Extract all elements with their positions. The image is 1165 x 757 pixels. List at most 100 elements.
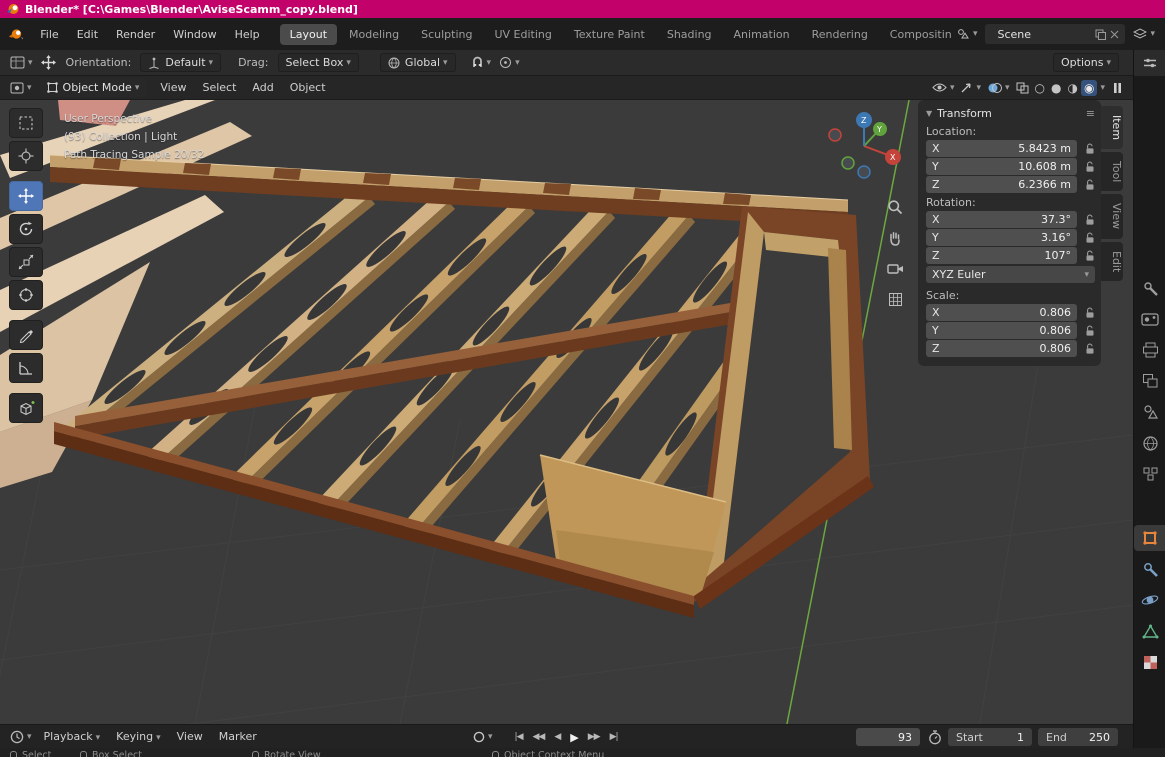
- tool-add-cube[interactable]: [9, 393, 43, 423]
- location-x-field[interactable]: X 5.8423 m: [926, 140, 1077, 157]
- workspace-tab-shading[interactable]: Shading: [657, 24, 722, 45]
- properties-tab-render[interactable]: [1134, 306, 1165, 332]
- properties-tab-texture[interactable]: [1134, 649, 1165, 675]
- gizmos-dropdown[interactable]: ▾: [960, 81, 981, 94]
- navigation-gizmo[interactable]: X Y Z: [828, 112, 901, 179]
- ortho-toggle-button[interactable]: [884, 288, 906, 310]
- shading-dropdown[interactable]: ▾: [1100, 83, 1105, 93]
- prev-keyframe-button[interactable]: ◀◀: [528, 730, 550, 744]
- lock-icon[interactable]: [1077, 307, 1095, 319]
- timeline-menu-view[interactable]: View: [169, 727, 211, 746]
- workspace-tab-rendering[interactable]: Rendering: [802, 24, 878, 45]
- lock-icon[interactable]: [1077, 161, 1095, 173]
- tool-transform[interactable]: [9, 280, 43, 310]
- lock-icon[interactable]: [1077, 250, 1095, 262]
- camera-view-button[interactable]: [884, 258, 906, 280]
- workspace-tab-sculpting[interactable]: Sculpting: [411, 24, 482, 45]
- menu-edit[interactable]: Edit: [68, 25, 107, 44]
- timeline-editor-type-dropdown[interactable]: ▾: [6, 730, 36, 744]
- properties-tab-modifiers[interactable]: [1134, 556, 1165, 582]
- properties-tab-collection[interactable]: [1134, 461, 1165, 487]
- proportional-editing-toggle[interactable]: ▾: [495, 56, 524, 69]
- panel-menu-icon[interactable]: ≡: [1086, 107, 1095, 120]
- workspace-tab-uv-editing[interactable]: UV Editing: [484, 24, 561, 45]
- menu-render[interactable]: Render: [107, 25, 164, 44]
- xray-toggle[interactable]: [1016, 82, 1029, 94]
- tool-select-box[interactable]: [9, 108, 43, 138]
- frame-start-field[interactable]: Start 1: [948, 728, 1032, 746]
- scene-name-field[interactable]: Scene: [985, 24, 1126, 44]
- next-keyframe-button[interactable]: ▶▶: [583, 730, 605, 744]
- rotation-x-field[interactable]: X 37.3°: [926, 211, 1077, 228]
- region-toggle-icon[interactable]: [1113, 82, 1122, 94]
- properties-tab-object[interactable]: [1134, 525, 1165, 551]
- tool-annotate[interactable]: [9, 320, 43, 350]
- shading-solid-button[interactable]: ●: [1048, 80, 1064, 96]
- scale-x-field[interactable]: X 0.806: [926, 304, 1077, 321]
- properties-tab-tool[interactable]: [1134, 275, 1165, 301]
- lock-icon[interactable]: [1077, 143, 1095, 155]
- sidebar-tab-item[interactable]: Item: [1101, 106, 1123, 150]
- shading-rendered-button[interactable]: ◉: [1080, 79, 1098, 96]
- properties-tab-physics[interactable]: [1134, 587, 1165, 613]
- editor-type-dropdown[interactable]: ▾: [6, 56, 37, 69]
- properties-editor-type-dropdown[interactable]: [1134, 50, 1165, 76]
- sidebar-tab-edit[interactable]: Edit: [1101, 241, 1123, 281]
- timeline-menu-keying[interactable]: Keying ▾: [108, 727, 168, 746]
- menu-file[interactable]: File: [31, 25, 67, 44]
- zoom-button[interactable]: [884, 196, 906, 218]
- location-z-field[interactable]: Z 6.2366 m: [926, 176, 1077, 193]
- sidebar-tab-tool[interactable]: Tool: [1101, 152, 1123, 192]
- workspace-tab-animation[interactable]: Animation: [724, 24, 800, 45]
- properties-tab-view-layer[interactable]: [1134, 368, 1165, 394]
- view-layer-button[interactable]: ▾: [1129, 28, 1159, 40]
- mode-dropdown[interactable]: Object Mode ▾: [39, 78, 147, 97]
- shading-wireframe-button[interactable]: ○: [1032, 80, 1048, 96]
- tool-scale[interactable]: [9, 247, 43, 277]
- frame-end-field[interactable]: End 250: [1038, 728, 1118, 746]
- rotation-mode-dropdown[interactable]: XYZ Euler ▾: [926, 266, 1095, 283]
- workspace-tab-compositing[interactable]: Compositing: [880, 24, 952, 45]
- visibility-dropdown[interactable]: ▾: [932, 82, 954, 93]
- viewport-3d[interactable]: X Y Z User Perspective (93) Collection |…: [0, 100, 1133, 724]
- tool-move[interactable]: [9, 181, 43, 211]
- lock-icon[interactable]: [1077, 232, 1095, 244]
- workspace-tab-layout[interactable]: Layout: [279, 23, 338, 45]
- options-dropdown[interactable]: Options ▾: [1053, 53, 1119, 72]
- properties-tab-output[interactable]: [1134, 337, 1165, 363]
- tool-measure[interactable]: [9, 353, 43, 383]
- orientation-dropdown[interactable]: Default ▾: [140, 53, 222, 72]
- workspace-tab-texture-paint[interactable]: Texture Paint: [564, 24, 655, 45]
- jump-to-start-button[interactable]: |◀: [510, 730, 528, 744]
- viewport-menu-object[interactable]: Object: [282, 78, 334, 97]
- viewport-menu-select[interactable]: Select: [194, 78, 244, 97]
- drag-dropdown[interactable]: Select Box ▾: [277, 53, 359, 72]
- tool-rotate[interactable]: [9, 214, 43, 244]
- lock-icon[interactable]: [1077, 343, 1095, 355]
- blender-menu-icon[interactable]: [8, 27, 24, 41]
- properties-tab-object-data[interactable]: [1134, 618, 1165, 644]
- viewport-editor-type-dropdown[interactable]: ▾: [6, 82, 36, 94]
- menu-help[interactable]: Help: [226, 25, 269, 44]
- properties-tab-world[interactable]: [1134, 430, 1165, 456]
- transform-space-dropdown[interactable]: Global ▾: [379, 53, 456, 72]
- transform-panel-header[interactable]: ▼ Transform ≡: [926, 103, 1095, 123]
- viewport-menu-view[interactable]: View: [152, 78, 194, 97]
- tool-cursor[interactable]: [9, 141, 43, 171]
- sidebar-tab-view[interactable]: View: [1101, 194, 1123, 239]
- browse-scene-button[interactable]: ▾: [952, 28, 982, 40]
- menu-window[interactable]: Window: [164, 25, 225, 44]
- scale-z-field[interactable]: Z 0.806: [926, 340, 1077, 357]
- auto-keying-toggle[interactable]: ▾: [473, 731, 493, 743]
- unlink-scene-icon[interactable]: [1110, 30, 1119, 39]
- jump-to-end-button[interactable]: ▶|: [605, 730, 623, 744]
- play-button[interactable]: ▶: [565, 729, 582, 746]
- play-reverse-button[interactable]: ◀: [549, 730, 565, 744]
- lock-icon[interactable]: [1077, 214, 1095, 226]
- snap-toggle[interactable]: ▾: [467, 56, 496, 69]
- scale-y-field[interactable]: Y 0.806: [926, 322, 1077, 339]
- lock-icon[interactable]: [1077, 325, 1095, 337]
- window-titlebar[interactable]: Blender* [C:\Games\Blender\AviseScamm_co…: [0, 0, 1165, 18]
- new-scene-icon[interactable]: [1095, 29, 1107, 40]
- pan-button[interactable]: [884, 227, 906, 249]
